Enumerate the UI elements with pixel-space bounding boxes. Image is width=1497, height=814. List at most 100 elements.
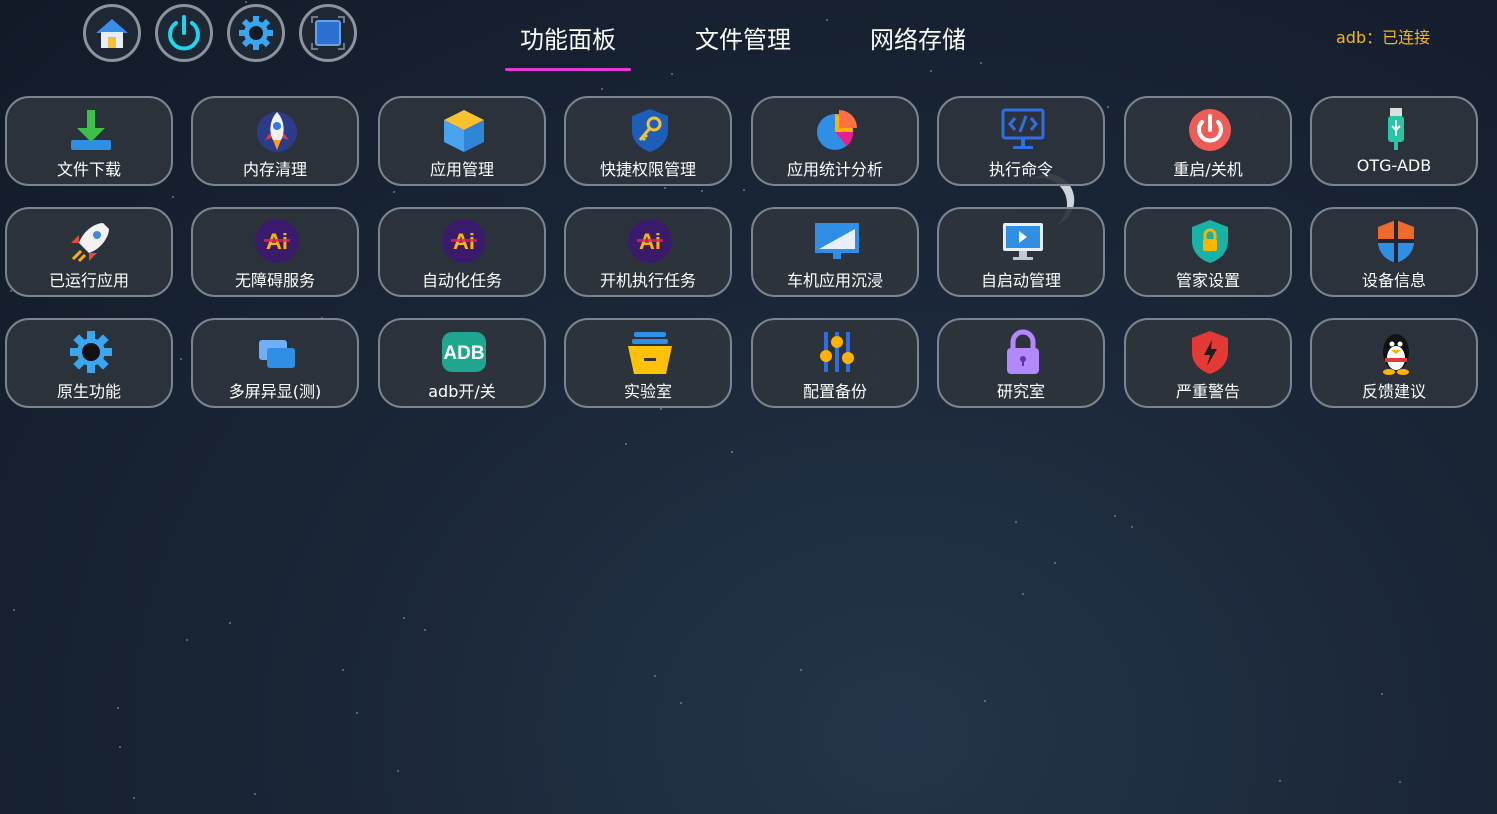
home-icon — [96, 19, 128, 48]
box-icon — [444, 110, 484, 152]
shield-key-icon — [632, 109, 668, 152]
star — [679, 702, 682, 705]
rocket-icon — [71, 223, 109, 263]
tile-box[interactable]: 应用管理 — [378, 96, 546, 186]
tile-adb[interactable]: ADB adb开/关 — [378, 318, 546, 408]
star — [253, 793, 256, 796]
tile-lock[interactable]: 研究室 — [937, 318, 1105, 408]
home-button[interactable] — [83, 4, 141, 62]
tile-label: 车机应用沉浸 — [786, 271, 883, 290]
rocket-clean-icon — [257, 112, 297, 152]
tile-alert-shield[interactable]: 严重警告 — [1124, 318, 1292, 408]
settings-button[interactable] — [227, 4, 285, 62]
gear-icon — [239, 16, 273, 50]
star — [624, 443, 627, 445]
tile-ai[interactable]: Ai 自动化任务 — [378, 207, 546, 297]
shield-lock-icon — [1192, 220, 1228, 263]
tile-label: adb开/关 — [428, 382, 496, 401]
tab-file-management[interactable]: 文件管理 — [695, 20, 791, 55]
tile-display[interactable]: 车机应用沉浸 — [751, 207, 919, 297]
star — [228, 622, 231, 625]
tile-label: 原生功能 — [56, 382, 121, 401]
star — [800, 668, 803, 671]
tile-ai[interactable]: Ai 无障碍服务 — [191, 207, 359, 297]
star — [393, 190, 396, 193]
star — [402, 617, 405, 620]
star — [245, 0, 248, 3]
star — [730, 451, 733, 454]
star — [826, 19, 829, 22]
tile-label: 已运行应用 — [48, 271, 129, 290]
star — [1107, 106, 1110, 109]
star — [1053, 561, 1056, 564]
tile-label: 内存清理 — [242, 160, 307, 179]
star — [671, 72, 674, 75]
tile-penguin[interactable]: 反馈建议 — [1310, 318, 1478, 408]
star — [1113, 515, 1116, 518]
tile-windows-shield[interactable]: 设备信息 — [1310, 207, 1478, 297]
tile-sliders[interactable]: 配置备份 — [751, 318, 919, 408]
ai-icon: Ai — [442, 219, 486, 263]
tile-gear-blue[interactable]: 原生功能 — [5, 318, 173, 408]
star — [342, 668, 345, 671]
tile-label: 严重警告 — [1175, 382, 1240, 401]
tile-code-monitor[interactable]: 执行命令 — [937, 96, 1105, 186]
star — [742, 189, 745, 192]
tile-download[interactable]: 文件下载 — [5, 96, 173, 186]
tile-ai[interactable]: Ai 开机执行任务 — [564, 207, 732, 297]
star — [979, 61, 982, 64]
star — [117, 707, 120, 710]
usb-icon — [1388, 108, 1404, 150]
tab-network-storage[interactable]: 网络存储 — [870, 20, 966, 55]
star — [12, 608, 15, 611]
tile-shield-lock[interactable]: 管家设置 — [1124, 207, 1292, 297]
power-red-icon — [1189, 109, 1231, 151]
tile-rocket-clean[interactable]: 内存清理 — [191, 96, 359, 186]
screen-button[interactable] — [299, 4, 357, 62]
tile-power-red[interactable]: 重启/关机 — [1124, 96, 1292, 186]
star — [1381, 692, 1383, 695]
penguin-icon — [1383, 334, 1409, 375]
tile-label: 开机执行任务 — [599, 271, 696, 290]
adb-icon: ADB — [442, 332, 486, 372]
tile-drawer[interactable]: 实验室 — [564, 318, 732, 408]
power-button[interactable] — [155, 4, 213, 62]
star — [179, 357, 182, 360]
tile-label: 重启/关机 — [1173, 160, 1243, 179]
star — [355, 711, 358, 714]
tile-usb[interactable]: OTG-ADB — [1310, 96, 1478, 186]
star — [1278, 779, 1281, 782]
tile-rocket[interactable]: 已运行应用 — [5, 207, 173, 297]
tile-label: 自动化任务 — [421, 271, 502, 290]
star — [1399, 780, 1402, 783]
star — [133, 797, 136, 800]
windows-shield-icon — [1378, 220, 1414, 263]
tile-monitor-play[interactable]: 自启动管理 — [937, 207, 1105, 297]
sliders-icon — [820, 332, 854, 372]
star — [929, 69, 932, 72]
tile-multi-screen[interactable]: 多屏异显(测) — [191, 318, 359, 408]
star — [1021, 593, 1024, 596]
lock-icon — [1007, 329, 1039, 374]
tile-pie-chart[interactable]: 应用统计分析 — [751, 96, 919, 186]
tile-label: 无障碍服务 — [234, 271, 315, 290]
multi-screen-icon — [259, 340, 295, 368]
tile-shield-key[interactable]: 快捷权限管理 — [564, 96, 732, 186]
star — [397, 769, 400, 772]
tile-label: 快捷权限管理 — [599, 160, 696, 179]
power-icon — [168, 15, 200, 51]
tile-label: 文件下载 — [56, 160, 121, 179]
download-icon — [71, 110, 111, 150]
star — [172, 196, 175, 199]
star — [118, 745, 121, 748]
tile-label: 研究室 — [996, 382, 1045, 401]
active-tab-indicator — [505, 68, 631, 71]
tab-function-panel[interactable]: 功能面板 — [520, 20, 616, 55]
adb-status: adb：已连接 — [1336, 28, 1431, 47]
screen-icon — [311, 16, 345, 50]
star — [423, 628, 426, 631]
code-monitor-icon — [1001, 108, 1045, 149]
star — [601, 87, 604, 90]
alert-shield-icon — [1192, 331, 1228, 374]
ai-icon: Ai — [628, 219, 672, 263]
